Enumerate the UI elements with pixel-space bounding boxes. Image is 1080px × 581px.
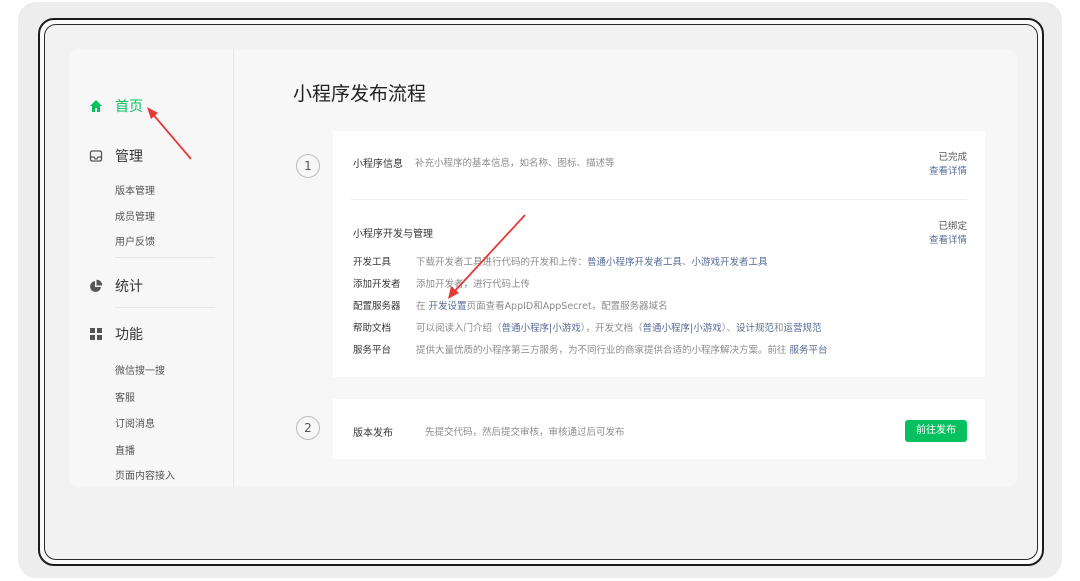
pie-chart-icon	[89, 279, 103, 293]
docs-normal-link[interactable]: 普通小程序	[643, 323, 691, 334]
dev-title: 小程序开发与管理	[353, 229, 433, 240]
sidebar-item-member-manage[interactable]: 成员管理	[115, 208, 155, 223]
dev-status: 已绑定	[938, 221, 967, 232]
card-separator	[351, 199, 967, 200]
info-title: 小程序信息	[353, 159, 403, 170]
docs-game-link[interactable]: 小游戏	[693, 323, 722, 334]
ops-guide-link[interactable]: 运营规范	[784, 323, 822, 334]
info-detail-link[interactable]: 查看详情	[929, 163, 967, 177]
dev-row-text: 下载开发者工具进行代码的开发和上传：普通小程序开发者工具、小游戏开发者工具	[416, 254, 768, 268]
row-text-part: 下载开发者工具进行代码的开发和上传：	[416, 257, 588, 268]
row-text-part: 页面查看AppID和AppSecret，配置服务器域名	[466, 301, 668, 312]
dev-detail-link[interactable]: 查看详情	[929, 232, 967, 246]
publish-desc: 先提交代码，然后提交审核，审核通过后可发布	[425, 427, 625, 438]
dev-row-text: 添加开发者，进行代码上传	[416, 279, 531, 290]
step-1-card: 小程序信息 补充小程序的基本信息，如名称、图标、描述等 已完成 查看详情 小程序…	[333, 131, 985, 377]
page-title: 小程序发布流程	[293, 83, 427, 105]
step-2-card: 版本发布 先提交代码，然后提交审核，审核通过后可发布 前往发布	[333, 399, 985, 459]
row-text-part: ），开发文档（	[580, 323, 643, 334]
row-text-part: 和	[774, 323, 784, 334]
row-text-part: ）、	[721, 323, 737, 334]
sidebar-item-label: 首页	[115, 99, 143, 115]
dev-row-label: 添加开发者	[353, 279, 401, 290]
step-number: 2	[296, 416, 320, 440]
publish-button[interactable]: 前往发布	[905, 420, 967, 442]
sidebar-item-label: 统计	[115, 279, 143, 295]
row-text-part: 、	[682, 257, 692, 268]
dev-row-label: 配置服务器	[353, 301, 401, 312]
sidebar-item-wechat-search[interactable]: 微信搜一搜	[115, 362, 165, 377]
sidebar: 首页 管理 版本管理 成员管理 用户反馈 统计 功能 微信搜一搜 客服 订阅消息…	[69, 49, 234, 487]
sidebar-item-version-manage[interactable]: 版本管理	[115, 182, 155, 197]
info-desc: 补充小程序的基本信息，如名称、图标、描述等	[415, 158, 615, 169]
intro-game-link[interactable]: 小游戏	[552, 323, 581, 334]
sidebar-item-live[interactable]: 直播	[115, 442, 135, 457]
sidebar-divider	[115, 257, 215, 258]
dev-row-text: 可以阅读入门介绍（普通小程序|小游戏），开发文档（普通小程序|小游戏）、设计规范…	[416, 320, 822, 334]
sidebar-item-page-content[interactable]: 页面内容接入	[115, 467, 175, 482]
dev-settings-link[interactable]: 开发设置	[429, 301, 467, 312]
sidebar-item-subscribe-message[interactable]: 订阅消息	[115, 415, 155, 430]
sidebar-item-manage[interactable]: 管理	[89, 145, 143, 167]
sidebar-item-label: 功能	[115, 327, 143, 343]
publish-title: 版本发布	[353, 428, 393, 439]
home-icon	[89, 99, 103, 113]
sidebar-item-customer-service[interactable]: 客服	[115, 389, 135, 404]
window-frame: 首页 管理 版本管理 成员管理 用户反馈 统计 功能 微信搜一搜 客服 订阅消息…	[38, 18, 1044, 566]
sidebar-item-stats[interactable]: 统计	[89, 275, 143, 297]
game-devtools-link[interactable]: 小游戏开发者工具	[692, 257, 768, 268]
normal-devtools-link[interactable]: 普通小程序开发者工具	[587, 257, 682, 268]
sidebar-item-label: 管理	[115, 149, 143, 165]
design-guide-link[interactable]: 设计规范	[736, 323, 774, 334]
intro-normal-link[interactable]: 普通小程序	[502, 323, 550, 334]
step-number: 1	[296, 154, 320, 178]
dev-row-text: 在 开发设置页面查看AppID和AppSecret，配置服务器域名	[416, 298, 668, 312]
row-text-part: 在	[416, 301, 426, 312]
sidebar-divider	[115, 307, 215, 308]
info-status: 已完成	[938, 152, 967, 163]
row-text-part: 提供大量优质的小程序第三方服务，为不同行业的商家提供合适的小程序解决方案。前往	[416, 345, 787, 356]
app-panel: 首页 管理 版本管理 成员管理 用户反馈 统计 功能 微信搜一搜 客服 订阅消息…	[69, 49, 1017, 487]
dev-row-label: 帮助文档	[353, 323, 392, 334]
sidebar-item-home[interactable]: 首页	[89, 95, 143, 117]
service-platform-link[interactable]: 服务平台	[790, 345, 828, 356]
inbox-icon	[89, 149, 103, 163]
grid-icon	[89, 327, 103, 341]
sidebar-item-features[interactable]: 功能	[89, 323, 143, 345]
dev-row-label: 服务平台	[353, 345, 392, 356]
row-text-part: 可以阅读入门介绍（	[416, 323, 502, 334]
sidebar-item-user-feedback[interactable]: 用户反馈	[115, 233, 155, 248]
window-inner-frame: 首页 管理 版本管理 成员管理 用户反馈 统计 功能 微信搜一搜 客服 订阅消息…	[44, 24, 1038, 560]
dev-row-label: 开发工具	[353, 257, 392, 268]
dev-row-text: 提供大量优质的小程序第三方服务，为不同行业的商家提供合适的小程序解决方案。前往 …	[416, 342, 828, 356]
